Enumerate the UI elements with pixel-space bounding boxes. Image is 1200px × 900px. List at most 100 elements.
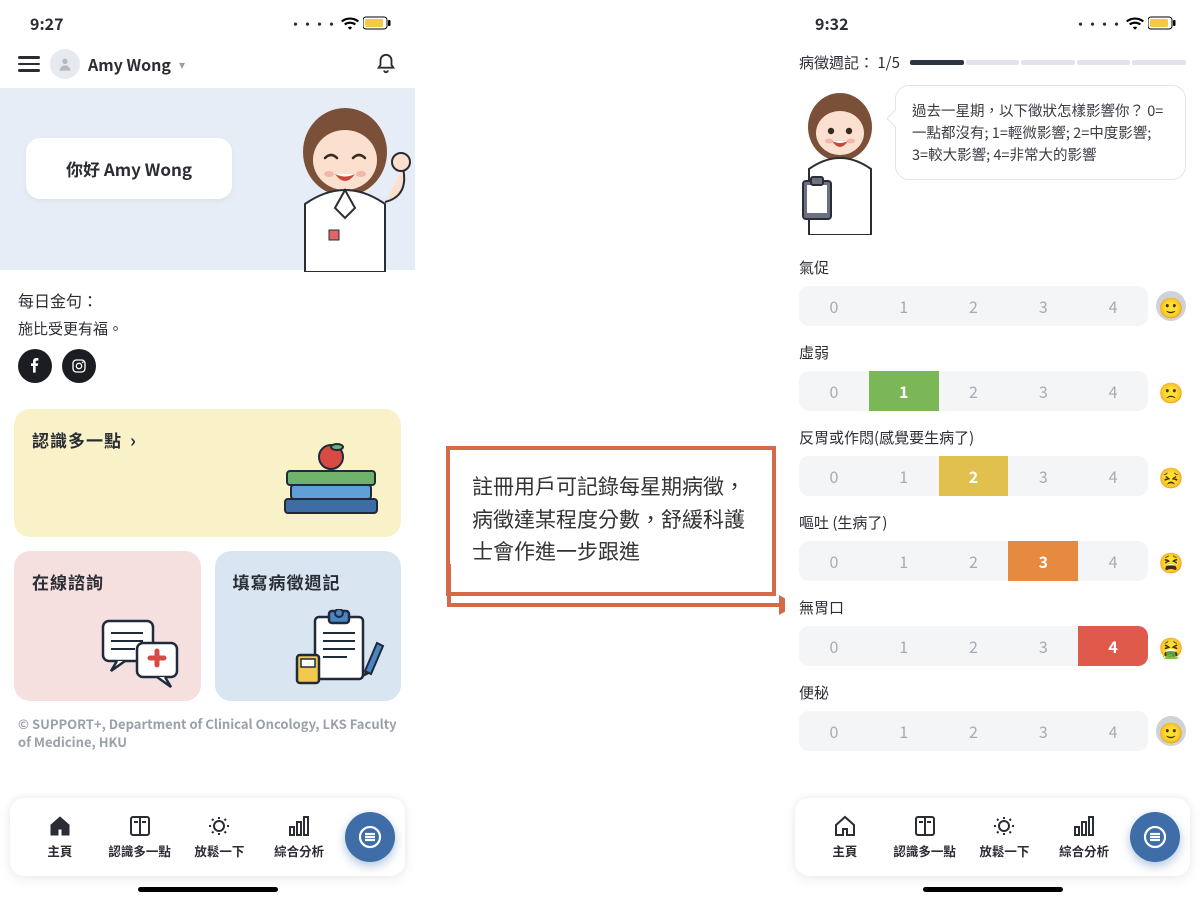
scale-option-2[interactable]: 2 xyxy=(939,626,1009,666)
symptom-label: 虛弱 xyxy=(799,342,1186,363)
symptom-row: 無胃口 01234 🤮 xyxy=(785,591,1200,676)
scale-option-3[interactable]: 3 xyxy=(1008,371,1078,411)
home-indicator xyxy=(138,887,278,892)
nav-home-label: 主頁 xyxy=(832,841,857,860)
instagram-button[interactable] xyxy=(62,349,96,383)
symptom-label: 反胃或作悶(感覺要生病了) xyxy=(799,427,1186,448)
app-bar: Amy Wong ▾ xyxy=(0,40,415,88)
scale-option-3[interactable]: 3 xyxy=(1008,626,1078,666)
scale-option-3[interactable]: 3 xyxy=(1008,541,1078,581)
nav-learn[interactable]: 認識多一點 xyxy=(100,815,180,860)
signal-icon: •••• xyxy=(1074,14,1122,33)
scale: 01234 xyxy=(799,286,1148,326)
scale-option-2[interactable]: 2 xyxy=(939,286,1009,326)
scale-option-4[interactable]: 4 xyxy=(1078,286,1148,326)
home-indicator xyxy=(923,887,1063,892)
nav-learn[interactable]: 認識多一點 xyxy=(885,815,965,860)
symptom-label: 無胃口 xyxy=(799,597,1186,618)
status-indicators: •••• xyxy=(1074,14,1176,33)
progress-bar xyxy=(910,60,1186,65)
scale-option-1[interactable]: 1 xyxy=(869,371,939,411)
clipboard-icon xyxy=(291,609,387,691)
scale: 01234 xyxy=(799,456,1148,496)
quote-text: 施比受更有福。 xyxy=(18,318,397,339)
fab-button[interactable] xyxy=(1130,812,1180,862)
nav-stats[interactable]: 綜合分析 xyxy=(1044,815,1124,860)
scale-option-2[interactable]: 2 xyxy=(939,371,1009,411)
nav-relax[interactable]: 放鬆一下 xyxy=(180,815,260,860)
scale-option-1[interactable]: 1 xyxy=(869,286,939,326)
scale-option-1[interactable]: 1 xyxy=(869,541,939,581)
card-learn-more[interactable]: 認識多一點› xyxy=(14,409,401,537)
scale-option-4[interactable]: 4 xyxy=(1078,541,1148,581)
scale-option-0[interactable]: 0 xyxy=(799,626,869,666)
face-persevering-icon: 😫 xyxy=(1156,546,1186,576)
battery-icon xyxy=(1148,16,1176,30)
quote-title: 每日金句： xyxy=(18,288,397,312)
notifications-button[interactable] xyxy=(375,53,397,75)
scale-option-2[interactable]: 2 xyxy=(939,541,1009,581)
scale-option-0[interactable]: 0 xyxy=(799,371,869,411)
status-bar: 9:32 •••• xyxy=(785,0,1200,40)
face-neutral-icon: 🙂 xyxy=(1156,291,1186,321)
scale-option-4[interactable]: 4 xyxy=(1078,371,1148,411)
symptoms-list: 氣促01234🙂虛弱01234🙁反胃或作悶(感覺要生病了)01234😣嘔吐 (生… xyxy=(785,251,1200,761)
nav-stats-label: 綜合分析 xyxy=(274,841,324,860)
nav-home[interactable]: 主頁 xyxy=(20,815,100,860)
card-learn-title: 認識多一點 xyxy=(32,427,122,452)
scale-option-3[interactable]: 3 xyxy=(1008,711,1078,751)
instruction-bubble: 過去一星期，以下徵狀怎樣影響你？ 0=一點都沒有; 1=輕微影響; 2=中度影響… xyxy=(895,85,1186,180)
scale: 01234 xyxy=(799,626,1148,666)
scale-option-2[interactable]: 2 xyxy=(939,456,1009,496)
home-cards: 認識多一點› 在線諮詢 xyxy=(0,393,415,709)
scale-option-1[interactable]: 1 xyxy=(869,711,939,751)
nav-relax-label: 放鬆一下 xyxy=(194,841,244,860)
symptom-row: 反胃或作悶(感覺要生病了) 01234 😣 xyxy=(785,421,1200,506)
scale-option-0[interactable]: 0 xyxy=(799,541,869,581)
scale-option-4[interactable]: 4 xyxy=(1078,711,1148,751)
status-time: 9:32 xyxy=(815,11,849,35)
scale-option-4[interactable]: 4 xyxy=(1078,626,1148,666)
nav-home-label: 主頁 xyxy=(47,841,72,860)
card-consult-title: 在線諮詢 xyxy=(32,569,104,594)
symptom-label: 氣促 xyxy=(799,257,1186,278)
scale-option-2[interactable]: 2 xyxy=(939,711,1009,751)
scale-option-1[interactable]: 1 xyxy=(869,626,939,666)
nav-relax[interactable]: 放鬆一下 xyxy=(965,815,1045,860)
symptom-row: 虛弱 01234 🙁 xyxy=(785,336,1200,421)
hero: 你好 Amy Wong xyxy=(0,88,415,270)
account-switcher[interactable]: Amy Wong ▾ xyxy=(50,49,185,79)
scale-option-0[interactable]: 0 xyxy=(799,711,869,751)
progress-label: 病徵週記： 1/5 xyxy=(799,52,900,73)
greeting-bubble: 你好 Amy Wong xyxy=(26,138,232,199)
nav-learn-label: 認識多一點 xyxy=(893,841,956,860)
card-symptom-diary[interactable]: 填寫病徵週記 xyxy=(215,551,402,701)
scale-option-3[interactable]: 3 xyxy=(1008,286,1078,326)
scale-option-4[interactable]: 4 xyxy=(1078,456,1148,496)
facebook-button[interactable] xyxy=(18,349,52,383)
face-slight-frown-icon: 🙁 xyxy=(1156,376,1186,406)
status-indicators: •••• xyxy=(289,14,391,33)
nav-home[interactable]: 主頁 xyxy=(805,815,885,860)
nav-learn-label: 認識多一點 xyxy=(108,841,171,860)
scale-option-0[interactable]: 0 xyxy=(799,286,869,326)
card-online-consult[interactable]: 在線諮詢 xyxy=(14,551,201,701)
scale-option-3[interactable]: 3 xyxy=(1008,456,1078,496)
face-confounded-icon: 😣 xyxy=(1156,461,1186,491)
face-nauseated-icon: 🤮 xyxy=(1156,631,1186,661)
daily-quote: 每日金句： 施比受更有福。 xyxy=(0,270,415,393)
menu-button[interactable] xyxy=(18,56,40,72)
wifi-icon xyxy=(1126,16,1144,30)
fab-button[interactable] xyxy=(345,812,395,862)
symptom-label: 便秘 xyxy=(799,682,1186,703)
scale-option-0[interactable]: 0 xyxy=(799,456,869,496)
status-bar: 9:27 •••• xyxy=(0,0,415,40)
bottom-nav: 主頁 認識多一點 放鬆一下 綜合分析 xyxy=(795,798,1190,876)
nav-stats[interactable]: 綜合分析 xyxy=(259,815,339,860)
phone-diary: 9:32 •••• 病徵週記： 1/5 xyxy=(785,0,1200,898)
nav-stats-label: 綜合分析 xyxy=(1059,841,1109,860)
annotation-callout: 註冊用戶可記錄每星期病徵，病徵達某程度分數，舒緩科護士會作進一步跟進 xyxy=(446,446,776,596)
symptom-row: 嘔吐 (生病了)01234😫 xyxy=(785,506,1200,591)
instruction-row: 過去一星期，以下徵狀怎樣影響你？ 0=一點都沒有; 1=輕微影響; 2=中度影響… xyxy=(785,77,1200,251)
scale-option-1[interactable]: 1 xyxy=(869,456,939,496)
